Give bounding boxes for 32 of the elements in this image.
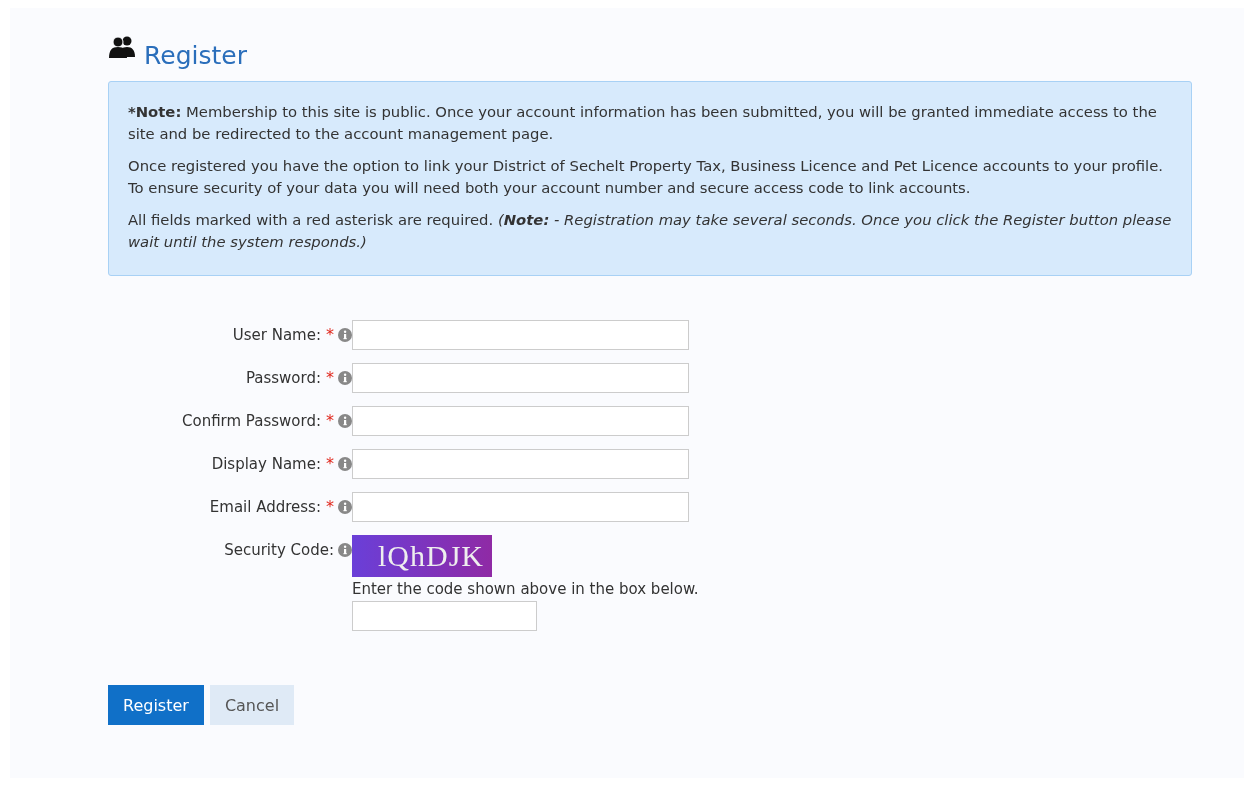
captcha-image: lQhDJK (352, 535, 492, 577)
input-field[interactable] (352, 449, 689, 479)
note-paragraph: All fields marked with a red asterisk are required. (Note: - Registration may take several seconds. Once you click the Register button please wait until the system responds.) (128, 210, 1172, 252)
input-field[interactable] (352, 363, 689, 393)
info-icon[interactable] (338, 371, 352, 385)
required-asterisk: * (326, 411, 334, 430)
register-button[interactable]: Register (108, 685, 204, 725)
info-icon[interactable] (338, 457, 352, 471)
info-icon[interactable] (338, 414, 352, 428)
input-field[interactable] (352, 320, 689, 350)
required-asterisk: * (326, 454, 334, 473)
captcha-hint: Enter the code shown above in the box below. (352, 579, 699, 600)
field-label: Confirm Password: (182, 412, 321, 430)
required-asterisk: * (326, 325, 334, 344)
page-title: Register (144, 40, 247, 72)
field-label: User Name: (232, 326, 321, 344)
info-icon[interactable] (338, 543, 352, 557)
input-field[interactable] (352, 601, 537, 631)
users-icon (108, 36, 138, 58)
field-label: Password: (245, 369, 321, 387)
cancel-button[interactable]: Cancel (209, 685, 295, 725)
required-asterisk: * (326, 497, 334, 516)
info-icon[interactable] (338, 328, 352, 342)
field-label: Display Name: (211, 455, 321, 473)
note-paragraph: *Note: Membership to this site is public. Once your account information has been submitted, you will be granted immediate access to the site and be redirected to the account management page. (128, 102, 1158, 144)
note-paragraph: Once registered you have the option to link your District of Sechelt Property Tax, Business Licence and Pet Licence accounts to your profile. To ensure security of your data you will need both your account number and secure access code to link accounts. (128, 156, 1165, 198)
field-label: Security Code: (224, 541, 334, 559)
input-field[interactable] (352, 492, 689, 522)
field-label: Email Address: (209, 498, 321, 516)
required-asterisk: * (326, 368, 334, 387)
info-icon[interactable] (338, 500, 352, 514)
input-field[interactable] (352, 406, 689, 436)
